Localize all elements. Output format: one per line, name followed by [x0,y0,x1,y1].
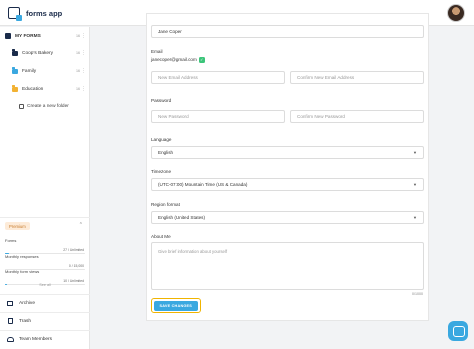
sidebar-item-my-forms[interactable]: MY FORMS 16 ⋮ [0,30,90,42]
new-email-input[interactable]: New Email Address [151,71,285,84]
forms-app-logo-icon [8,7,22,21]
sidebar-item-education[interactable]: Education 16 ⋮ [0,83,90,95]
divider [0,294,90,295]
password-label: Password [151,98,172,103]
see-all-link[interactable]: See all [0,283,90,287]
language-label: Language [151,137,172,142]
folder-icon [12,85,18,92]
verified-check-icon: ✓ [198,57,205,63]
sidebar-item-trash[interactable]: Trash [0,315,90,327]
sidebar-item-team-members[interactable]: Team Members [0,333,90,345]
sidebar-item-archive[interactable]: Archive [0,297,90,309]
name-field[interactable]: Jane Coper [151,25,424,38]
divider [0,217,90,218]
region-format-select[interactable]: English (United States) ▼ [151,211,424,224]
sidebar-item-label: Team Members [19,336,53,342]
sidebar-item-family[interactable]: Family 16 ⋮ [0,65,90,77]
logo-text: forms app [26,8,63,18]
account-settings-card: Jane Coper Email janecoper@gmail.com ✓ Ne… [146,13,429,321]
more-options-icon[interactable]: ⋮ [81,86,86,92]
chevron-down-icon: ▼ [413,182,417,187]
more-options-icon[interactable]: ⋮ [81,33,86,39]
trash-icon [8,318,13,324]
timezone-value: (UTC-07:00) Mountain Time (US & Canada) [158,182,248,187]
confirm-password-input[interactable]: Confirm New Password [290,110,424,123]
chevron-down-icon: ▼ [413,150,417,155]
divider [0,330,90,331]
forms-icon [5,33,11,39]
app-logo[interactable]: forms app [8,7,63,21]
language-value: English [158,150,174,155]
sidebar-item-label: Education [22,86,44,92]
sidebar-item-coops-bakery[interactable]: Coop's Bakery 16 ⋮ [0,47,90,59]
more-options-icon[interactable]: ⋮ [81,68,86,74]
chevron-up-icon[interactable]: ⌃ [79,222,83,228]
current-email: janecoper@gmail.com [151,57,197,63]
character-counter: 0/1000 [412,292,423,296]
create-folder-label: Create a new folder [27,103,69,109]
new-password-input[interactable]: New Password [151,110,285,123]
sidebar: MY FORMS 16 ⋮ Coop's Bakery 16 ⋮ Family … [0,27,90,349]
usage-label: Monthly responses [5,254,39,259]
add-folder-icon [19,103,24,109]
avatar[interactable] [447,4,465,22]
more-options-icon[interactable]: ⋮ [81,50,86,56]
region-format-value: English (United States) [158,215,205,220]
confirm-email-input[interactable]: Confirm New Email Address [290,71,424,84]
usage-value: 27 / Unlimited [63,248,84,252]
create-folder-button[interactable]: Create a new folder [0,100,90,112]
email-label: Email [151,49,163,54]
about-me-label: About Me [151,234,171,239]
chat-support-icon[interactable] [448,321,468,341]
sidebar-item-label: MY FORMS [15,33,41,39]
form-count: 16 [76,87,80,91]
sidebar-item-label: Coop's Bakery [22,50,54,56]
archive-icon [7,300,13,306]
form-count: 16 [76,69,80,73]
save-changes-button[interactable]: SAVE CHANGES [153,300,198,311]
folder-icon [12,49,18,56]
sidebar-item-label: Family [22,68,37,74]
usage-label: Monthly form views [5,269,40,274]
sidebar-item-label: Archive [19,300,35,306]
folder-icon [12,67,18,74]
usage-label: Forms [5,238,17,243]
language-select[interactable]: English ▼ [151,146,424,159]
divider [0,312,90,313]
region-format-label: Region format [151,202,180,207]
team-icon [7,336,14,342]
timezone-label: Timezone [151,169,171,174]
sidebar-item-label: Trash [19,318,32,324]
usage-value: 0 / 15,000 [68,264,84,268]
save-button-focus-ring: SAVE CHANGES [151,298,201,313]
form-count: 16 [76,34,80,38]
timezone-select[interactable]: (UTC-07:00) Mountain Time (US & Canada) … [151,178,424,191]
about-me-textarea[interactable]: Give brief information about yourself [151,242,424,290]
chevron-down-icon: ▼ [413,215,417,220]
form-count: 16 [76,51,80,55]
premium-badge: Premium [5,222,30,230]
current-email-row: janecoper@gmail.com ✓ [151,57,205,63]
